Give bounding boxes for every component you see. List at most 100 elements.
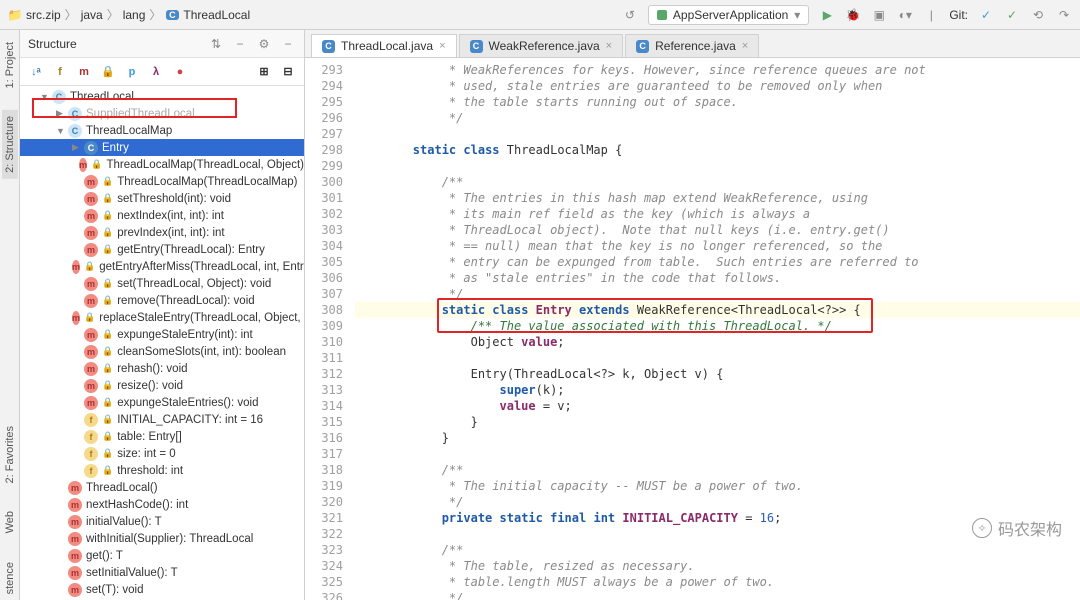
tree-row[interactable]: f🔒threshold: int: [20, 462, 304, 479]
vcs-update-icon[interactable]: ✓: [978, 7, 994, 23]
lock-icon: 🔒: [102, 210, 113, 221]
close-icon[interactable]: ×: [439, 40, 445, 52]
tree-row[interactable]: m🔒getEntry(ThreadLocal): Entry: [20, 241, 304, 258]
show-lambdas-icon[interactable]: λ: [146, 62, 166, 82]
tree-row[interactable]: f🔒size: int = 0: [20, 445, 304, 462]
vcs-history-icon[interactable]: ⟲: [1030, 7, 1046, 23]
tree-row[interactable]: minitialValue(): T: [20, 513, 304, 530]
field-icon: f: [84, 464, 98, 478]
sort-icon[interactable]: ⇅: [208, 36, 224, 52]
show-fields-icon[interactable]: f: [50, 62, 70, 82]
tree-row[interactable]: m🔒getEntryAfterMiss(ThreadLocal, int, En…: [20, 258, 304, 275]
top-toolbar: 📁 src.zip〉 java〉 lang〉 C ThreadLocal ↺ A…: [0, 0, 1080, 30]
tool-window-strip-left: 1: Project 2: Structure 2: Favorites Web…: [0, 30, 20, 600]
structure-toolbar: ↓ᵃ f m 🔒 p λ ● ⊞ ⊟: [20, 58, 304, 86]
lock-icon: 🔒: [102, 431, 113, 442]
lock-icon: 🔒: [102, 465, 113, 476]
method-icon: m: [84, 243, 98, 257]
coverage-icon[interactable]: ▣: [871, 7, 887, 23]
sort-alpha-icon[interactable]: ↓ᵃ: [26, 62, 46, 82]
wechat-icon: ✧: [972, 518, 992, 538]
tree-row[interactable]: mset(T): void: [20, 581, 304, 598]
tree-row[interactable]: m🔒prevIndex(int, int): int: [20, 224, 304, 241]
run-config-selector[interactable]: AppServerApplication ▾: [648, 5, 809, 25]
field-icon: f: [84, 413, 98, 427]
gutter: 2932942952962972982993003013023033043053…: [305, 58, 355, 600]
tree-row[interactable]: mThreadLocal(): [20, 479, 304, 496]
build-icon[interactable]: ↺: [622, 7, 638, 23]
tree-row[interactable]: m🔒setThreshold(int): void: [20, 190, 304, 207]
tree-row[interactable]: ▶CEntry: [20, 139, 304, 156]
favorites-tab[interactable]: 2: Favorites: [2, 420, 18, 489]
tree-row[interactable]: m🔒expungeStaleEntry(int): int: [20, 326, 304, 343]
editor-tab-2[interactable]: CReference.java×: [625, 34, 759, 57]
method-icon: m: [84, 294, 98, 308]
crumb-2[interactable]: lang: [123, 8, 146, 22]
method-icon: m: [84, 396, 98, 410]
tree-row[interactable]: mnextHashCode(): int: [20, 496, 304, 513]
tree-row[interactable]: m🔒cleanSomeSlots(int, int): boolean: [20, 343, 304, 360]
class-icon: C: [52, 90, 66, 104]
lock-icon: 🔒: [102, 278, 113, 289]
show-methods-icon[interactable]: m: [74, 62, 94, 82]
vcs-revert-icon[interactable]: ↷: [1056, 7, 1072, 23]
collapse-icon[interactable]: −: [232, 36, 248, 52]
tree-row[interactable]: msetInitialValue(): T: [20, 564, 304, 581]
show-anon-icon[interactable]: ●: [170, 62, 190, 82]
class-icon: C: [165, 8, 179, 22]
collapse-all-icon[interactable]: ⊟: [278, 62, 298, 82]
show-properties-icon[interactable]: p: [122, 62, 142, 82]
tree-row[interactable]: mwithInitial(Supplier): ThreadLocal: [20, 530, 304, 547]
tree-row[interactable]: f🔒INITIAL_CAPACITY: int = 16: [20, 411, 304, 428]
tree-row[interactable]: m🔒nextIndex(int, int): int: [20, 207, 304, 224]
method-icon: m: [84, 277, 98, 291]
structure-tree[interactable]: ▼CThreadLocal▶CSuppliedThreadLocal▼CThre…: [20, 86, 304, 600]
persistence-tab[interactable]: stence: [2, 556, 18, 600]
method-icon: m: [84, 175, 98, 189]
show-inherited-icon[interactable]: 🔒: [98, 62, 118, 82]
web-tab[interactable]: Web: [2, 505, 18, 539]
class-icon: C: [68, 124, 82, 138]
crumb-1[interactable]: java: [81, 8, 103, 22]
crumb-0[interactable]: src.zip: [26, 8, 61, 22]
tree-row[interactable]: m🔒ThreadLocalMap(ThreadLocal, Object): [20, 156, 304, 173]
tree-row[interactable]: ▼CThreadLocal: [20, 88, 304, 105]
structure-header: Structure ⇅ − ⚙ −: [20, 30, 304, 58]
tree-row[interactable]: f🔒table: Entry[]: [20, 428, 304, 445]
gear-icon[interactable]: ⚙: [256, 36, 272, 52]
stop-icon[interactable]: ◐▾: [897, 7, 913, 23]
tree-row[interactable]: m🔒replaceStaleEntry(ThreadLocal, Object,…: [20, 309, 304, 326]
editor-tab-0[interactable]: CThreadLocal.java×: [311, 34, 457, 57]
method-icon: m: [84, 345, 98, 359]
close-icon[interactable]: ×: [742, 40, 748, 52]
method-icon: m: [72, 260, 80, 274]
tree-row[interactable]: m🔒set(ThreadLocal, Object): void: [20, 275, 304, 292]
tree-row[interactable]: ▶CSuppliedThreadLocal: [20, 105, 304, 122]
project-tab[interactable]: 1: Project: [2, 36, 18, 94]
lock-icon: 🔒: [102, 414, 113, 425]
application-icon: [657, 10, 667, 20]
tree-row[interactable]: ▼CThreadLocalMap: [20, 122, 304, 139]
folder-icon: 📁: [8, 8, 22, 22]
lock-icon: 🔒: [102, 295, 113, 306]
structure-tab[interactable]: 2: Structure: [2, 110, 18, 179]
run-icon[interactable]: ▶: [819, 7, 835, 23]
crumb-3[interactable]: ThreadLocal: [183, 8, 250, 22]
tree-row[interactable]: m🔒ThreadLocalMap(ThreadLocalMap): [20, 173, 304, 190]
tree-row[interactable]: m🔒remove(ThreadLocal): void: [20, 292, 304, 309]
editor-tab-1[interactable]: CWeakReference.java×: [459, 34, 624, 57]
tree-row[interactable]: m🔒rehash(): void: [20, 360, 304, 377]
method-icon: m: [68, 481, 82, 495]
tree-row[interactable]: m🔒expungeStaleEntries(): void: [20, 394, 304, 411]
lock-icon: 🔒: [102, 346, 113, 357]
lock-icon: 🔒: [91, 159, 102, 170]
debug-icon[interactable]: 🐞: [845, 7, 861, 23]
close-icon[interactable]: ×: [606, 40, 612, 52]
tree-row[interactable]: m🔒resize(): void: [20, 377, 304, 394]
hide-icon[interactable]: −: [280, 36, 296, 52]
tree-row[interactable]: mget(): T: [20, 547, 304, 564]
method-icon: m: [84, 362, 98, 376]
vcs-commit-icon[interactable]: ✓: [1004, 7, 1020, 23]
editor-tab-bar: CThreadLocal.java×CWeakReference.java×CR…: [305, 30, 1080, 58]
expand-all-icon[interactable]: ⊞: [254, 62, 274, 82]
